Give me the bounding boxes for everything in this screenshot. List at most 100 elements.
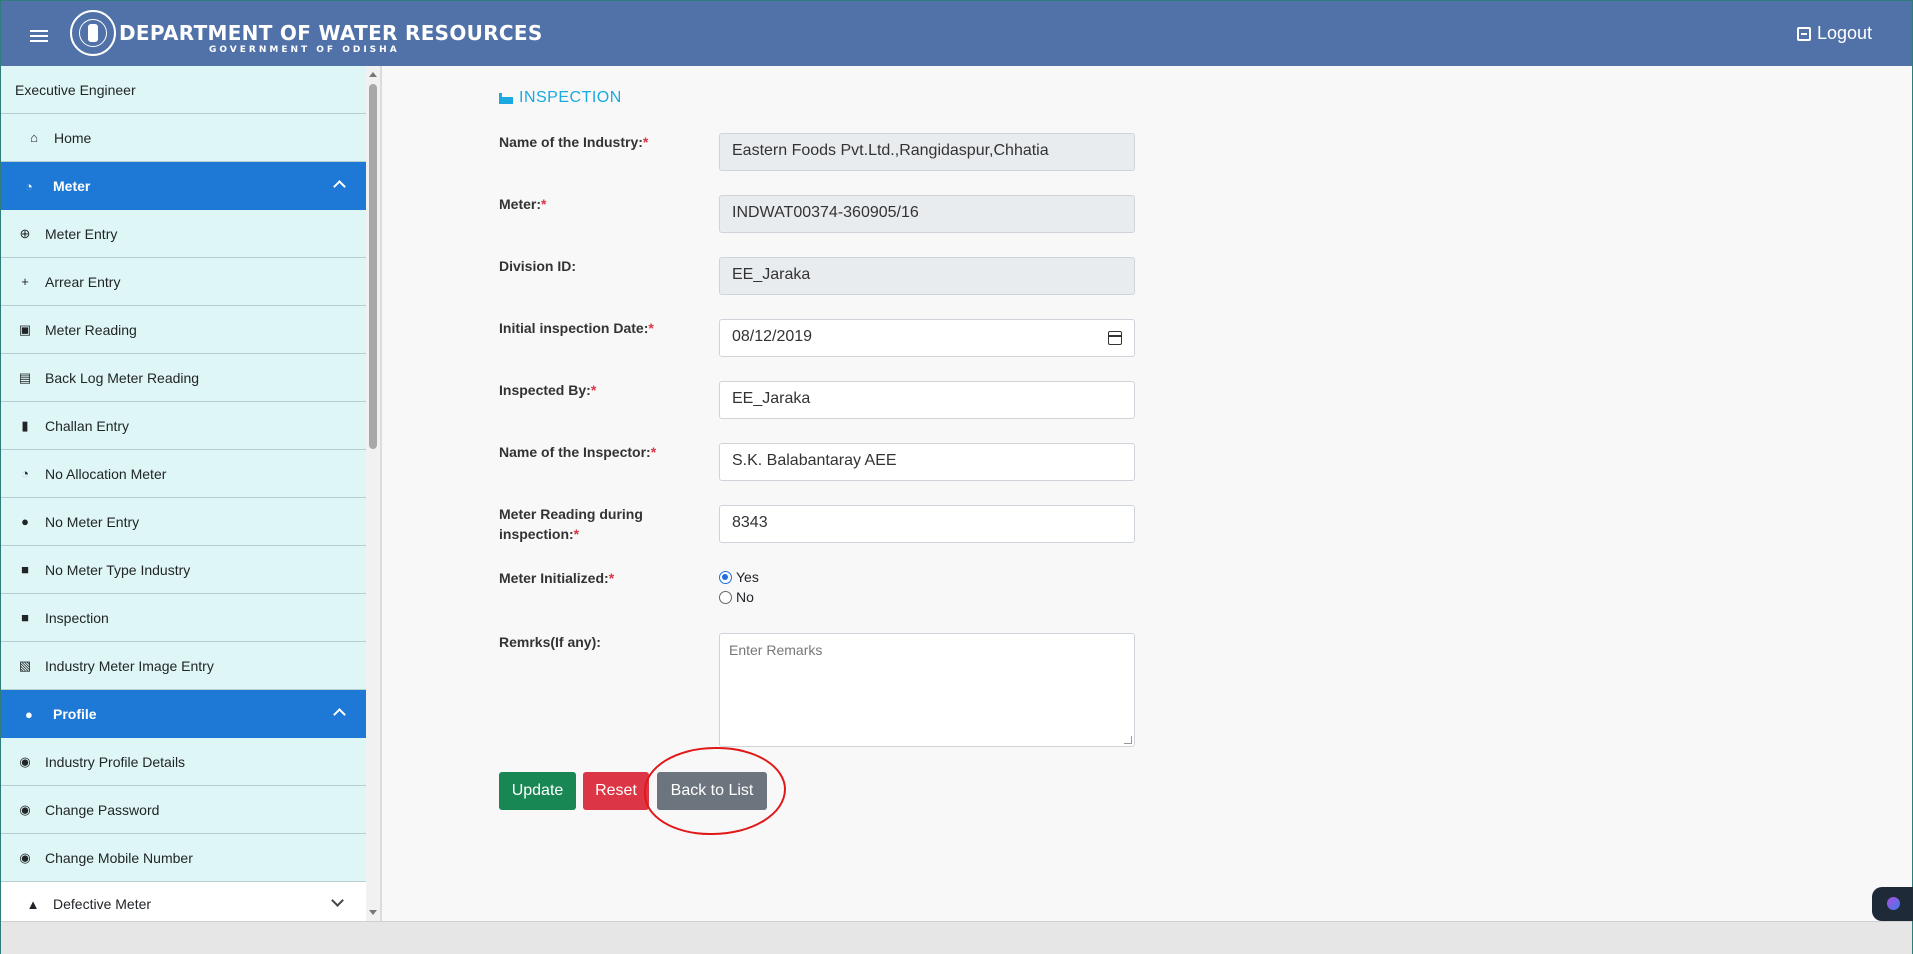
sidebar-group-defective-meter[interactable]: ▲ Defective Meter [1, 882, 366, 921]
sidebar-item-label: No Meter Entry [45, 513, 140, 530]
chevron-up-icon [333, 180, 346, 193]
sidebar-item-label: Challan Entry [45, 417, 130, 434]
remarks-placeholder: Enter Remarks [729, 642, 823, 658]
sidebar-item-industry-meter-image-entry[interactable]: ▧ Industry Meter Image Entry [1, 642, 366, 690]
sidebar-item-label: Meter Reading [45, 321, 137, 338]
sidebar-item-no-meter-type-industry[interactable]: ■ No Meter Type Industry [1, 546, 366, 594]
industry-field[interactable]: Eastern Foods Pvt.Ltd.,Rangidaspur,Chhat… [719, 133, 1135, 171]
sidebar-item-challan-entry[interactable]: ▮ Challan Entry [1, 402, 366, 450]
radio-yes-label: Yes [736, 569, 759, 585]
sidebar-item-label: No Meter Type Industry [45, 561, 191, 578]
meter-field[interactable]: INDWAT00374-360905/16 [719, 195, 1135, 233]
warning-icon: ▲ [26, 896, 40, 912]
search-icon: ▣ [18, 322, 32, 337]
remarks-label: Remrks(If any): [499, 634, 601, 650]
calendar-icon[interactable] [1108, 331, 1122, 345]
sidebar-group-profile[interactable]: ● Profile [1, 690, 366, 738]
user-circle-icon: ◉ [19, 754, 31, 769]
briefcase-icon: ■ [21, 562, 29, 577]
scroll-up-icon[interactable] [369, 72, 377, 77]
sidebar-item-label: No Allocation Meter [45, 465, 167, 482]
user-circle-icon: ◉ [19, 802, 31, 817]
inspected-by-label: Inspected By:* [499, 382, 597, 398]
department-subtitle: GOVERNMENT OF ODISHA [209, 45, 400, 55]
bottom-bar [1, 921, 1912, 954]
home-icon: ⌂ [30, 130, 38, 145]
chat-widget-icon[interactable] [1872, 887, 1913, 921]
meter-reading-field[interactable]: 8343 [719, 505, 1135, 543]
journal-icon: ▤ [18, 370, 32, 385]
plus-icon: + [21, 274, 29, 289]
sidebar-item-industry-profile-details[interactable]: ◉ Industry Profile Details [1, 738, 366, 786]
sidebar-item-label: Back Log Meter Reading [45, 369, 200, 386]
sidebar-item-label: Arrear Entry [45, 273, 121, 290]
sidebar-item-label: Change Mobile Number [45, 849, 193, 866]
sidebar-scrollbar[interactable] [366, 66, 380, 921]
user-icon: ● [25, 706, 33, 722]
radio-no[interactable]: No [719, 589, 754, 605]
section-title: INSPECTION [499, 89, 622, 107]
remarks-textarea[interactable]: Enter Remarks [719, 633, 1135, 747]
sidebar-item-change-mobile-number[interactable]: ◉ Change Mobile Number [1, 834, 366, 882]
sidebar-item-inspection[interactable]: ■ Inspection [1, 594, 366, 642]
industry-label: Name of the Industry:* [499, 134, 649, 150]
odisha-emblem-logo [70, 10, 116, 56]
logout-label: Logout [1816, 23, 1872, 43]
resize-grip-icon[interactable] [1124, 736, 1132, 744]
image-add-icon: ▧ [18, 658, 32, 673]
app-window: DEPARTMENT OF WATER RESOURCES GOVERNMENT… [0, 0, 1913, 954]
sidebar-item-back-log-meter-reading[interactable]: ▤ Back Log Meter Reading [1, 354, 366, 402]
radio-yes-button[interactable] [719, 570, 732, 584]
chevron-down-icon [331, 894, 344, 907]
sidebar-group-label: Profile [53, 706, 97, 722]
sidebar-item-label: Industry Profile Details [45, 753, 186, 770]
sidebar-item-label: Defective Meter [53, 896, 152, 912]
department-title: DEPARTMENT OF WATER RESOURCES [119, 21, 543, 45]
sidebar-item-label: Industry Meter Image Entry [45, 657, 214, 674]
scroll-down-icon[interactable] [369, 910, 377, 915]
sidebar-item-arrear-entry[interactable]: + Arrear Entry [1, 258, 366, 306]
speedometer-icon: ◔ [21, 466, 29, 481]
meter-reading-label: Meter Reading during inspection:* [499, 506, 643, 542]
sidebar-item-home[interactable]: ⌂ Home [1, 114, 366, 162]
sidebar-item-meter-entry[interactable]: ⊕ Meter Entry [1, 210, 366, 258]
sidebar-item-change-password[interactable]: ◉ Change Password [1, 786, 366, 834]
division-label: Division ID: [499, 258, 577, 274]
inspection-date-field[interactable]: 08/12/2019 [719, 319, 1135, 357]
update-button[interactable]: Update [499, 772, 576, 810]
division-field[interactable]: EE_Jaraka [719, 257, 1135, 295]
back-to-list-button[interactable]: Back to List [657, 772, 767, 810]
sidebar-group-label: Meter [53, 178, 91, 194]
logout-button[interactable]: Logout [1796, 23, 1872, 44]
exclamation-circle-icon: ● [21, 514, 29, 529]
sidebar-item-meter-reading[interactable]: ▣ Meter Reading [1, 306, 366, 354]
meter-label: Meter:* [499, 196, 547, 212]
inspected-by-field[interactable]: EE_Jaraka [719, 381, 1135, 419]
sidebar-item-label: Inspection [45, 609, 109, 626]
logout-icon [1796, 26, 1811, 41]
factory-icon [499, 92, 513, 104]
sidebar: Executive Engineer ⌂ Home ◔ Meter ⊕ Mete… [1, 66, 366, 921]
sidebar-item-no-meter-entry[interactable]: ● No Meter Entry [1, 498, 366, 546]
menu-toggle-icon[interactable] [30, 30, 48, 42]
inspector-name-field[interactable]: S.K. Balabantaray AEE [719, 443, 1135, 481]
sidebar-item-label: Change Password [45, 801, 160, 818]
content-divider [380, 66, 382, 921]
radio-no-label: No [736, 589, 754, 605]
header-bar: DEPARTMENT OF WATER RESOURCES GOVERNMENT… [1, 1, 1912, 66]
inspector-label: Name of the Inspector:* [499, 444, 657, 460]
user-circle-icon: ◉ [19, 850, 31, 865]
date-label: Initial inspection Date:* [499, 320, 654, 336]
radio-yes[interactable]: Yes [719, 569, 759, 585]
sidebar-group-meter[interactable]: ◔ Meter [1, 162, 366, 210]
initialized-label: Meter Initialized:* [499, 570, 615, 586]
radio-no-button[interactable] [719, 590, 732, 604]
chevron-up-icon [333, 708, 346, 721]
date-value: 08/12/2019 [732, 328, 813, 345]
reset-button[interactable]: Reset [583, 772, 649, 810]
section-title-text: INSPECTION [519, 89, 622, 106]
scrollbar-thumb[interactable] [369, 84, 377, 449]
briefcase-icon: ■ [21, 610, 29, 625]
sidebar-item-label: Meter Entry [45, 225, 118, 242]
sidebar-item-no-allocation-meter[interactable]: ◔ No Allocation Meter [1, 450, 366, 498]
